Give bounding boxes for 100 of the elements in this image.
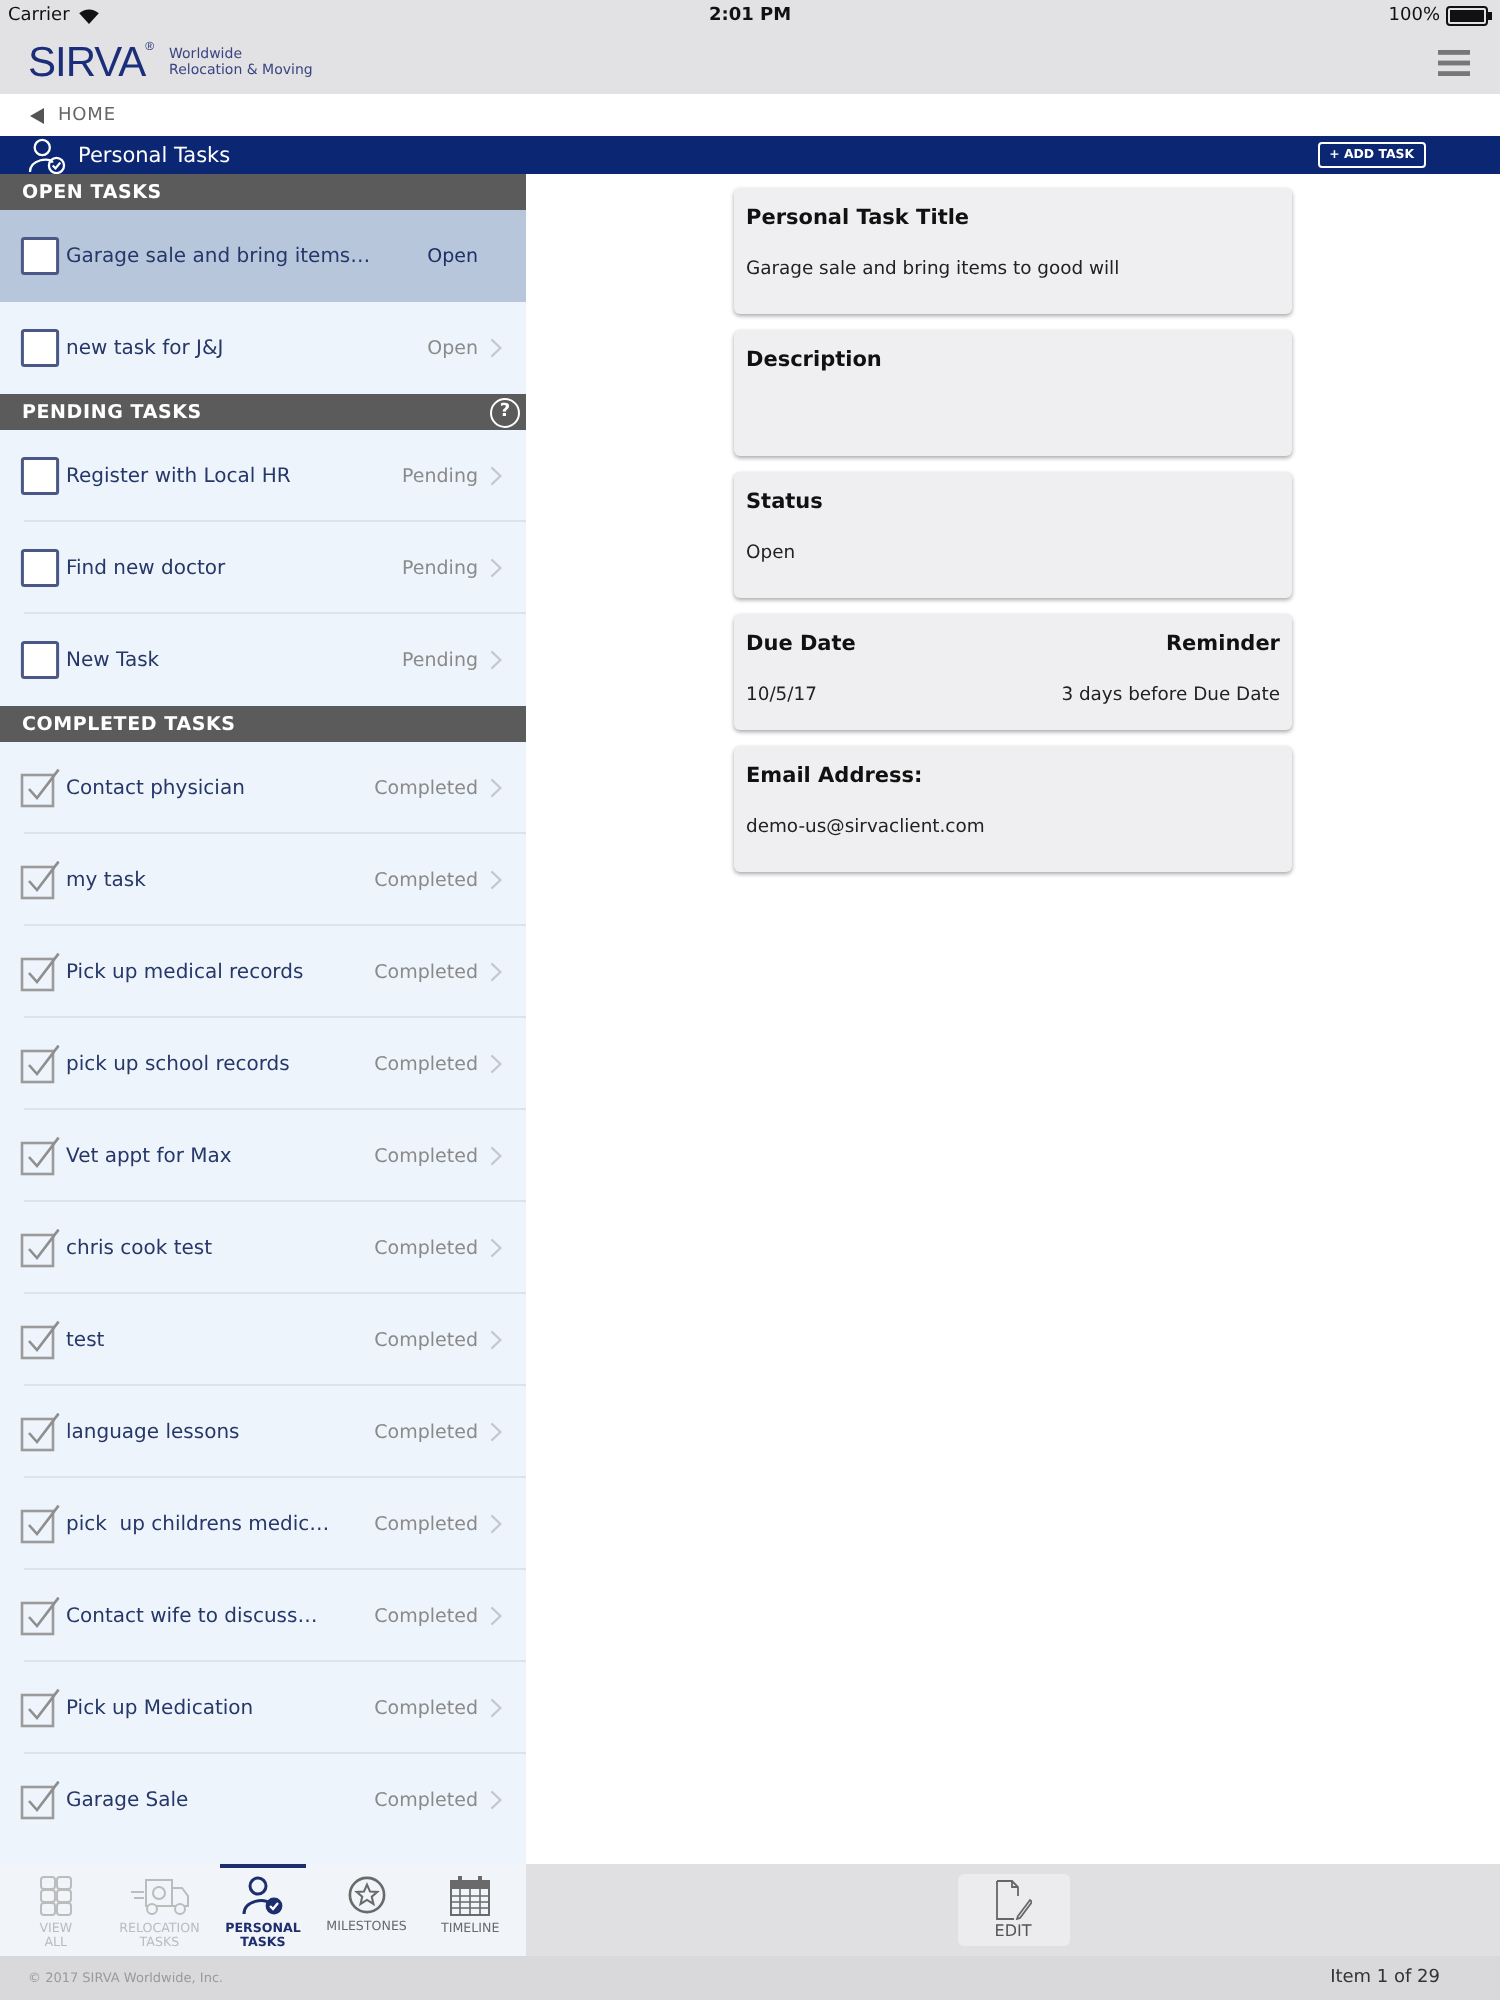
task-checkbox[interactable] (20, 1688, 60, 1728)
menu-button[interactable] (1438, 49, 1470, 75)
task-checkbox[interactable] (20, 328, 60, 368)
grid-icon (39, 1876, 72, 1916)
battery-icon (1446, 5, 1492, 25)
chevron-icon (490, 962, 502, 982)
task-checkbox[interactable] (20, 456, 60, 496)
task-title: Contact physician (66, 777, 247, 799)
field-value: Open (746, 542, 798, 564)
task-status: Completed (374, 1605, 478, 1627)
chevron-icon (490, 1698, 502, 1718)
user-check-icon (241, 1876, 284, 1916)
back-icon (30, 107, 44, 123)
chevron-icon (490, 1790, 502, 1810)
field-label: Email Address: (746, 764, 925, 788)
document-pencil-icon (995, 1880, 1031, 1920)
task-title: Vet appt for Max (66, 1145, 234, 1167)
truck-icon (129, 1876, 190, 1916)
task-status: Open (427, 337, 478, 359)
chevron-icon (490, 466, 502, 486)
chevron-icon (490, 558, 502, 578)
chevron-icon (490, 650, 502, 670)
task-status: Open (427, 245, 478, 267)
carrier-name: Carrier (8, 5, 70, 25)
task-checkbox[interactable] (20, 1504, 60, 1544)
task-title: Pick up medical records (66, 961, 306, 983)
task-status: Completed (374, 1145, 478, 1167)
chevron-icon (490, 1054, 502, 1074)
task-title: Register with Local HR (66, 465, 293, 487)
edit-button[interactable]: EDIT (957, 1874, 1069, 1946)
task-checkbox[interactable] (20, 548, 60, 588)
task-title: my task (66, 869, 148, 891)
task-status: Completed (374, 869, 478, 891)
task-title: New Task (66, 649, 162, 671)
task-title: Contact wife to discuss… (66, 1605, 320, 1627)
field-value: 10/5/17 (746, 684, 817, 706)
task-checkbox[interactable] (20, 1228, 60, 1268)
task-checkbox[interactable] (20, 1044, 60, 1084)
task-title: language lessons (66, 1421, 242, 1443)
field-value: demo-us@sirvaclient.com (746, 816, 987, 838)
task-checkbox[interactable] (20, 1136, 60, 1176)
item-counter: Item 1 of 29 (1330, 1968, 1440, 1988)
task-status: Completed (374, 1237, 478, 1259)
status-time: 2:01 PM (708, 5, 792, 25)
task-status: Completed (374, 1513, 478, 1535)
chevron-icon (490, 338, 502, 358)
field-label: Reminder (1165, 632, 1280, 656)
field-value: 3 days before Due Date (1061, 684, 1280, 706)
task-checkbox[interactable] (20, 1320, 60, 1360)
calendar-icon (450, 1876, 491, 1916)
task-title: pick up school records (66, 1053, 292, 1075)
task-status: Completed (374, 1421, 478, 1443)
task-row[interactable]: Garage sale and bring items… Open (0, 210, 526, 302)
chevron-icon (490, 1238, 502, 1258)
task-title: chris cook test (66, 1237, 215, 1259)
task-checkbox[interactable] (20, 640, 60, 680)
task-title: Find new doctor (66, 557, 228, 579)
page-title: Personal Tasks (78, 143, 231, 167)
task-status: Completed (374, 1053, 478, 1075)
task-status: Completed (374, 961, 478, 983)
field-value: Garage sale and bring items to good will (746, 258, 1122, 280)
logo-wordmark: SIRVA$^{®}$ (28, 41, 154, 83)
task-checkbox[interactable] (20, 768, 60, 808)
task-checkbox[interactable] (20, 952, 60, 992)
task-title: Garage sale and bring items… (66, 245, 373, 267)
chevron-icon (490, 1514, 502, 1534)
section-title: PENDING TASKS (22, 401, 202, 423)
chevron-icon (490, 1606, 502, 1626)
section-title: COMPLETED TASKS (22, 713, 236, 735)
field-label: Status (746, 490, 825, 514)
task-status: Completed (374, 1697, 478, 1719)
task-checkbox[interactable] (20, 1596, 60, 1636)
task-title: Pick up Medication (66, 1697, 256, 1719)
menu-icon (1438, 49, 1470, 75)
section-title: OPEN TASKS (22, 181, 162, 203)
task-checkbox[interactable] (20, 1780, 60, 1820)
chevron-icon (490, 1146, 502, 1166)
task-title: pick up childrens medic… (66, 1513, 332, 1535)
task-title: test (66, 1329, 107, 1351)
wifi-icon (77, 7, 100, 23)
chevron-icon (490, 1330, 502, 1350)
field-label: Due Date (746, 632, 856, 656)
star-badge-icon (347, 1876, 386, 1914)
task-title: new task for J&J (66, 337, 226, 359)
chevron-icon (490, 1422, 502, 1442)
task-title: Garage Sale (66, 1789, 191, 1811)
task-status: Completed (374, 1329, 478, 1351)
help-button[interactable]: ? (490, 397, 520, 427)
home-link[interactable]: HOME (30, 105, 116, 125)
task-checkbox[interactable] (20, 236, 60, 276)
task-status: Pending (402, 557, 478, 579)
task-checkbox[interactable] (20, 860, 60, 900)
battery-percent: 100% (1388, 5, 1440, 25)
task-status: Completed (374, 777, 478, 799)
field-label: Description (746, 348, 884, 372)
task-status: Completed (374, 1789, 478, 1811)
field-label: Personal Task Title (746, 206, 972, 230)
task-checkbox[interactable] (20, 1412, 60, 1452)
chevron-icon (490, 778, 502, 798)
task-status: Pending (402, 649, 478, 671)
